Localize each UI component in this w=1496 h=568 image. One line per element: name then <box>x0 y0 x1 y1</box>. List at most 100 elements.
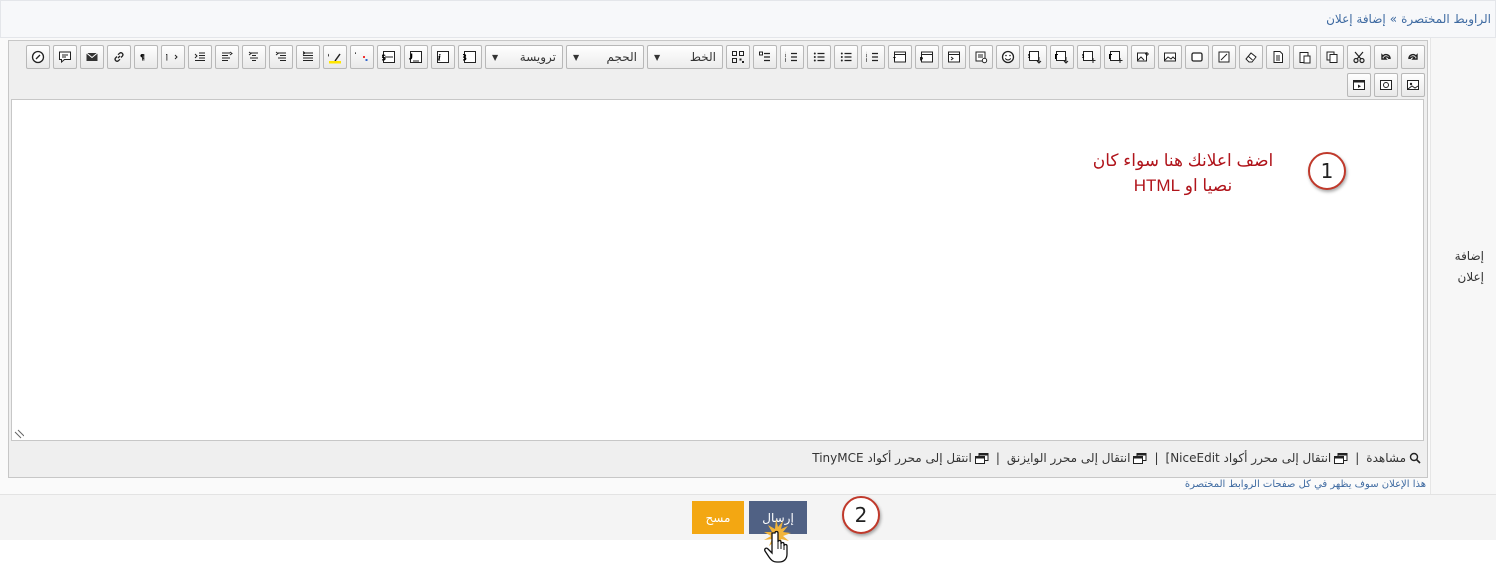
search-icon <box>1409 452 1421 464</box>
ltr-icon[interactable]: ¶ <box>134 45 158 69</box>
insert-image-icon[interactable] <box>1131 45 1155 69</box>
text-plus-icon[interactable]: T <box>1104 45 1128 69</box>
heading-select[interactable]: ترويسة ▼ <box>485 45 563 69</box>
editor-switch-links: مشاهدة | انتقال إلى محرر أكواد NiceEdit]… <box>812 451 1421 465</box>
separator: | <box>1355 451 1360 465</box>
text-down-icon[interactable]: T <box>1050 45 1074 69</box>
undo-icon[interactable] <box>1374 45 1398 69</box>
size-select[interactable]: الحجم ▼ <box>566 45 644 69</box>
niceedit-label: انتقال إلى محرر أكواد NiceEdit] <box>1165 451 1332 465</box>
breadcrumb-separator: » <box>1389 12 1398 26</box>
svg-text:BB: BB <box>1082 54 1085 60</box>
svg-text:3: 3 <box>866 58 867 63</box>
cut-icon[interactable] <box>1347 45 1371 69</box>
indent-icon[interactable] <box>188 45 212 69</box>
niceedit-link[interactable]: انتقال إلى محرر أكواد NiceEdit] <box>1166 451 1349 465</box>
font-select[interactable]: الخط ▼ <box>647 45 723 69</box>
form-actions: مسح إرسال <box>0 494 1496 540</box>
align-justify-icon[interactable] <box>296 45 320 69</box>
bb-plus-icon[interactable]: BB <box>1077 45 1101 69</box>
svg-text:B: B <box>463 54 467 64</box>
italic-icon[interactable]: i <box>431 45 455 69</box>
annotation-callout: اضف اعلانك هنا سواء كان نصيا او HTML <box>1068 148 1298 198</box>
text-color-icon[interactable]: T <box>350 45 374 69</box>
svg-text:S: S <box>382 53 386 62</box>
redo-icon[interactable] <box>1401 45 1425 69</box>
chevron-down-icon: ▼ <box>573 52 580 62</box>
ordered-list-2-icon[interactable]: 123 <box>780 45 804 69</box>
rich-text-editor: T BB T BB PHP HT 123 123 الخط ▼ <box>8 40 1428 478</box>
html-code-icon[interactable]: HT <box>888 45 912 69</box>
underline-icon[interactable]: U <box>404 45 428 69</box>
php-code-icon[interactable]: PHP <box>915 45 939 69</box>
tinymce-link[interactable]: انتقل إلى محرر أكواد TinyMCE <box>812 451 989 465</box>
svg-text:¶: ¶ <box>166 53 168 62</box>
smiley-icon[interactable] <box>996 45 1020 69</box>
copy-icon[interactable] <box>1320 45 1344 69</box>
svg-text:T: T <box>1109 53 1112 61</box>
console-icon[interactable] <box>942 45 966 69</box>
unlink-icon[interactable] <box>26 45 50 69</box>
reset-button[interactable]: مسح <box>692 501 744 534</box>
email-icon[interactable] <box>80 45 104 69</box>
wysiwyg-link[interactable]: انتقال إلى محرر الوايزنق <box>1007 451 1148 465</box>
video-icon[interactable] <box>1347 73 1371 97</box>
chevron-down-icon: ▼ <box>492 52 499 62</box>
svg-text:T: T <box>1055 53 1058 61</box>
align-right-icon[interactable] <box>269 45 293 69</box>
breadcrumb-current: إضافة إعلان <box>1326 12 1386 26</box>
hand-cursor-icon <box>764 519 791 563</box>
bb-down-icon[interactable]: BB <box>1023 45 1047 69</box>
tinymce-label: انتقل إلى محرر أكواد TinyMCE <box>812 451 972 465</box>
qrcode-icon[interactable] <box>726 45 750 69</box>
new-window-icon <box>974 452 989 464</box>
ad-hint-text: هذا الإعلان سوف يظهر في كل صفحات الروابط… <box>1184 479 1426 490</box>
eraser-icon[interactable] <box>1239 45 1263 69</box>
strikethrough-icon[interactable]: S <box>377 45 401 69</box>
preview-label: مشاهدة <box>1366 451 1406 465</box>
svg-text:T: T <box>355 52 357 62</box>
breadcrumb-root-link[interactable]: الراوبط المختصرة <box>1401 12 1491 26</box>
comment-icon[interactable] <box>53 45 77 69</box>
field-label: إضافة إعلان <box>1444 246 1484 288</box>
annotation-line2: نصيا او HTML <box>1133 176 1233 195</box>
bold-icon[interactable]: B <box>458 45 482 69</box>
unordered-list-icon[interactable] <box>834 45 858 69</box>
separator: | <box>1154 451 1159 465</box>
new-window-icon <box>1334 452 1348 464</box>
rtl-icon[interactable]: ¶ <box>161 45 185 69</box>
svg-text:i: i <box>438 54 441 64</box>
ordered-list-icon[interactable]: 123 <box>861 45 885 69</box>
flash-icon[interactable] <box>1374 73 1398 97</box>
font-select-value: الخط <box>689 50 716 64</box>
align-left-icon[interactable] <box>215 45 239 69</box>
list-numbers-icon[interactable] <box>753 45 777 69</box>
svg-text:U: U <box>409 53 413 62</box>
image-icon[interactable] <box>1158 45 1182 69</box>
form-row: إضافة إعلان T BB T BB <box>0 38 1496 494</box>
spellcheck-icon[interactable] <box>969 45 993 69</box>
gallery-icon[interactable] <box>1401 73 1425 97</box>
wysiwyg-label: انتقال إلى محرر الوايزنق <box>1006 451 1131 465</box>
image-edit-icon[interactable] <box>1212 45 1236 69</box>
size-select-value: الحجم <box>606 50 637 64</box>
unordered-list-2-icon[interactable] <box>807 45 831 69</box>
highlight-icon[interactable]: ab <box>323 45 347 69</box>
annotation-line1: اضف اعلانك هنا سواء كان <box>1092 151 1274 170</box>
toolbar-row-1: T BB T BB PHP HT 123 123 الخط ▼ <box>26 45 1425 69</box>
svg-text:BB: BB <box>1028 54 1031 60</box>
toolbar-row-2 <box>1347 73 1425 97</box>
link-icon[interactable] <box>107 45 131 69</box>
paste-text-icon[interactable] <box>1266 45 1290 69</box>
preview-link[interactable]: مشاهدة <box>1366 451 1421 465</box>
resize-handle-icon[interactable] <box>14 429 24 439</box>
frame-icon[interactable] <box>1185 45 1209 69</box>
step-1-marker: 1 <box>1308 152 1346 190</box>
heading-select-value: ترويسة <box>519 50 556 64</box>
align-center-icon[interactable] <box>242 45 266 69</box>
page: الراوبط المختصرة » إضافة إعلان إضافة إعل… <box>0 0 1496 568</box>
field-label-line1: إضافة <box>1454 249 1484 263</box>
new-window-icon <box>1133 452 1147 464</box>
step-2-marker: 2 <box>842 496 880 534</box>
paste-icon[interactable] <box>1293 45 1317 69</box>
